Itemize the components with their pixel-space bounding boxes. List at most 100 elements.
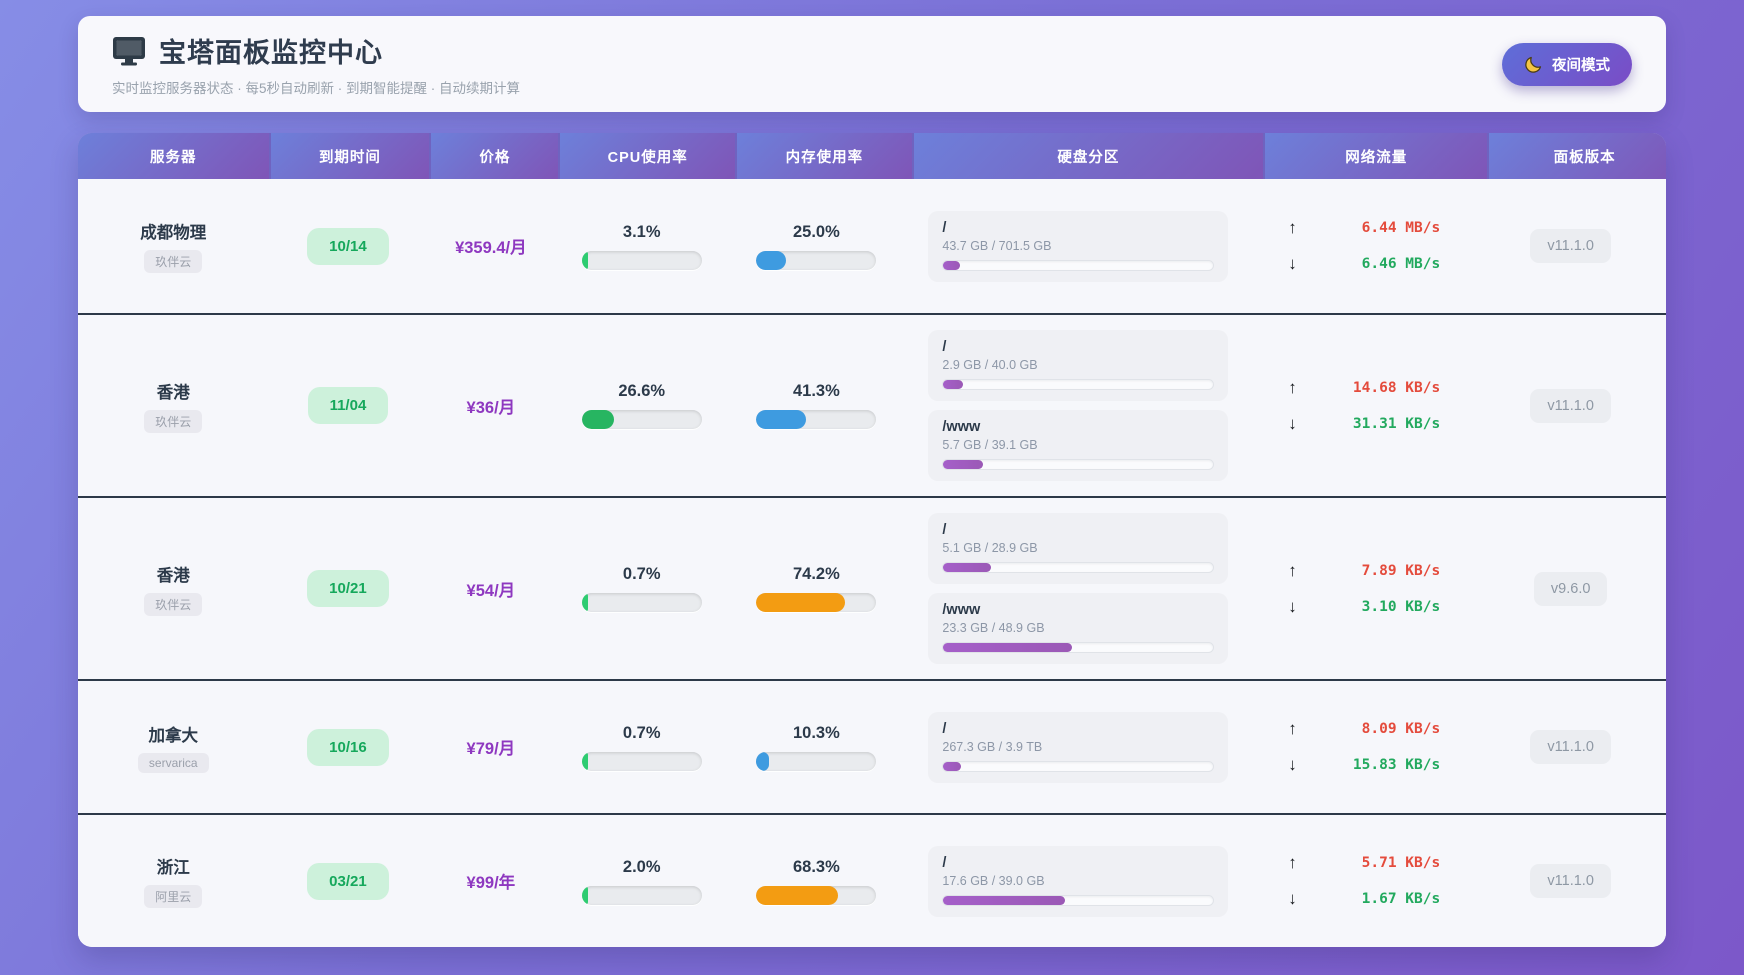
version-cell: v9.6.0: [1475, 571, 1666, 606]
provider-badge: 玖伴云: [144, 409, 203, 433]
server-cell: 加拿大 servarica: [78, 722, 269, 773]
disk-usage-text: 2.9 GB / 40.0 GB: [942, 358, 1038, 372]
server-name: 浙江: [156, 859, 190, 877]
disk-progress-fill: [943, 895, 1066, 905]
download-arrow-icon: ↓: [1288, 889, 1297, 908]
disk-progress-fill: [943, 260, 961, 270]
server-cell: 成都物理 玖伴云: [78, 219, 269, 273]
memory-cell: 25.0%: [729, 223, 904, 270]
memory-percent: 41.3%: [792, 382, 840, 400]
download-speed: 31.31 KB/s: [1352, 415, 1441, 432]
column-header: 硬盘分区: [913, 133, 1264, 179]
server-cell: 浙江 阿里云: [78, 854, 269, 908]
expiry-badge: 10/21: [307, 570, 389, 607]
table-header-row: 服务器 到期时间 价格 CPU使用率 内存使用率 硬盘分区 网络流量 面板版本: [78, 133, 1666, 179]
expiry-cell: 10/16: [269, 728, 428, 766]
memory-progress-fill: [756, 250, 787, 270]
cpu-cell: 0.7%: [554, 724, 729, 771]
upload-row: ↑ 6.44 MB/s: [1288, 218, 1440, 238]
moon-icon: [1524, 55, 1543, 74]
provider-badge: 玖伴云: [144, 592, 203, 616]
memory-progress-fill: [756, 885, 839, 905]
disk-partition: / 43.7 GB / 701.5 GB: [928, 210, 1229, 282]
disk-usage-text: 267.3 GB / 3.9 TB: [942, 739, 1043, 754]
upload-speed: 6.44 MB/s: [1361, 220, 1441, 236]
price-text: ¥54/月: [466, 581, 516, 600]
disk-list: / 17.6 GB / 39.0 GB: [904, 845, 1253, 917]
column-header: 服务器: [78, 133, 269, 179]
upload-row: ↑ 8.09 KB/s: [1288, 719, 1440, 739]
table-row: 成都物理 玖伴云 10/14 ¥359.4/月 3.1% 25.0% / 43.7…: [78, 179, 1666, 313]
disk-progress-bar: [942, 642, 1215, 653]
table-body: 成都物理 玖伴云 10/14 ¥359.4/月 3.1% 25.0% / 43.7…: [78, 179, 1666, 947]
cpu-progress-bar: [581, 593, 702, 612]
version-cell: v11.1.0: [1475, 388, 1666, 423]
cpu-progress-fill: [581, 751, 588, 771]
disk-usage-text: 5.7 GB / 39.1 GB: [942, 438, 1038, 452]
cpu-cell: 0.7%: [554, 565, 729, 612]
expiry-badge: 03/21: [307, 862, 389, 900]
version-badge: v9.6.0: [1533, 571, 1608, 606]
disk-progress-fill: [943, 380, 964, 389]
download-speed: 15.83 KB/s: [1352, 757, 1441, 773]
column-header: CPU使用率: [560, 133, 736, 179]
column-header: 内存使用率: [737, 133, 912, 179]
expiry-badge: 10/14: [307, 227, 389, 265]
table-row: 浙江 阿里云 03/21 ¥99/年 2.0% 68.3% / 17.6 GB /…: [78, 813, 1666, 947]
server-table: 服务器 到期时间 价格 CPU使用率 内存使用率 硬盘分区 网络流量 面板版本 成都物理 玖伴…: [78, 133, 1666, 947]
memory-progress-bar: [756, 593, 877, 612]
cpu-progress-bar: [581, 751, 702, 771]
disk-usage-text: 17.6 GB / 39.0 GB: [942, 873, 1045, 888]
server-cell: 香港 玖伴云: [78, 379, 269, 433]
disk-mount-point: /www: [942, 419, 981, 435]
upload-speed: 7.89 KB/s: [1361, 562, 1441, 579]
memory-cell: 68.3%: [729, 858, 904, 905]
network-cell: ↑ 5.71 KB/s ↓ 1.67 KB/s: [1253, 845, 1475, 917]
upload-speed: 8.09 KB/s: [1361, 721, 1441, 737]
disk-mount-point: /: [942, 720, 947, 737]
column-header: 价格: [431, 133, 559, 179]
cpu-progress-fill: [581, 410, 614, 429]
provider-badge: servarica: [137, 752, 209, 773]
upload-arrow-icon: ↑: [1288, 560, 1297, 580]
memory-percent: 74.2%: [792, 565, 840, 583]
disk-usage-text: 5.1 GB / 28.9 GB: [942, 541, 1038, 555]
network-cell: ↑ 7.89 KB/s ↓ 3.10 KB/s: [1253, 553, 1475, 625]
cpu-percent: 3.1%: [622, 222, 661, 241]
cpu-cell: 3.1%: [554, 223, 729, 270]
download-row: ↓ 6.46 MB/s: [1288, 254, 1440, 274]
cpu-progress-bar: [581, 885, 702, 905]
night-mode-button[interactable]: 夜间模式: [1502, 42, 1632, 86]
disk-partition: / 5.1 GB / 28.9 GB: [928, 513, 1229, 584]
version-badge: v11.1.0: [1530, 730, 1611, 764]
cpu-percent: 0.7%: [622, 723, 661, 742]
server-name: 成都物理: [140, 224, 207, 242]
upload-speed: 14.68 KB/s: [1352, 379, 1441, 396]
disk-progress-fill: [943, 460, 983, 469]
disk-partition: / 267.3 GB / 3.9 TB: [928, 711, 1229, 783]
disk-progress-bar: [942, 894, 1215, 906]
memory-progress-bar: [756, 751, 877, 771]
header-card: 宝塔面板监控中心 实时监控服务器状态 · 每5秒自动刷新 · 到期智能提醒 · …: [78, 16, 1666, 112]
upload-row: ↑ 14.68 KB/s: [1288, 378, 1440, 398]
upload-speed: 5.71 KB/s: [1361, 855, 1441, 871]
page-subtitle: 实时监控服务器状态 · 每5秒自动刷新 · 到期智能提醒 · 自动续期计算: [112, 81, 520, 96]
price-cell: ¥36/月: [427, 394, 554, 418]
expiry-badge: 11/04: [307, 387, 389, 424]
disk-usage-text: 43.7 GB / 701.5 GB: [942, 238, 1052, 253]
download-arrow-icon: ↓: [1288, 755, 1297, 774]
cpu-progress-bar: [581, 250, 702, 270]
price-text: ¥359.4/月: [455, 239, 527, 257]
page-title: 宝塔面板监控中心: [159, 38, 383, 68]
network-cell: ↑ 6.44 MB/s ↓ 6.46 MB/s: [1253, 210, 1475, 282]
download-arrow-icon: ↓: [1288, 254, 1297, 273]
expiry-cell: 10/14: [269, 227, 428, 265]
disk-progress-bar: [942, 760, 1215, 772]
disk-progress-bar: [942, 259, 1215, 271]
disk-progress-bar: [942, 379, 1215, 390]
download-arrow-icon: ↓: [1288, 596, 1297, 616]
memory-cell: 10.3%: [729, 724, 904, 771]
disk-progress-fill: [943, 563, 991, 572]
price-text: ¥36/月: [466, 398, 516, 417]
table-row: 香港 玖伴云 10/21 ¥54/月 0.7% 74.2% / 5.1 GB / …: [78, 496, 1666, 679]
